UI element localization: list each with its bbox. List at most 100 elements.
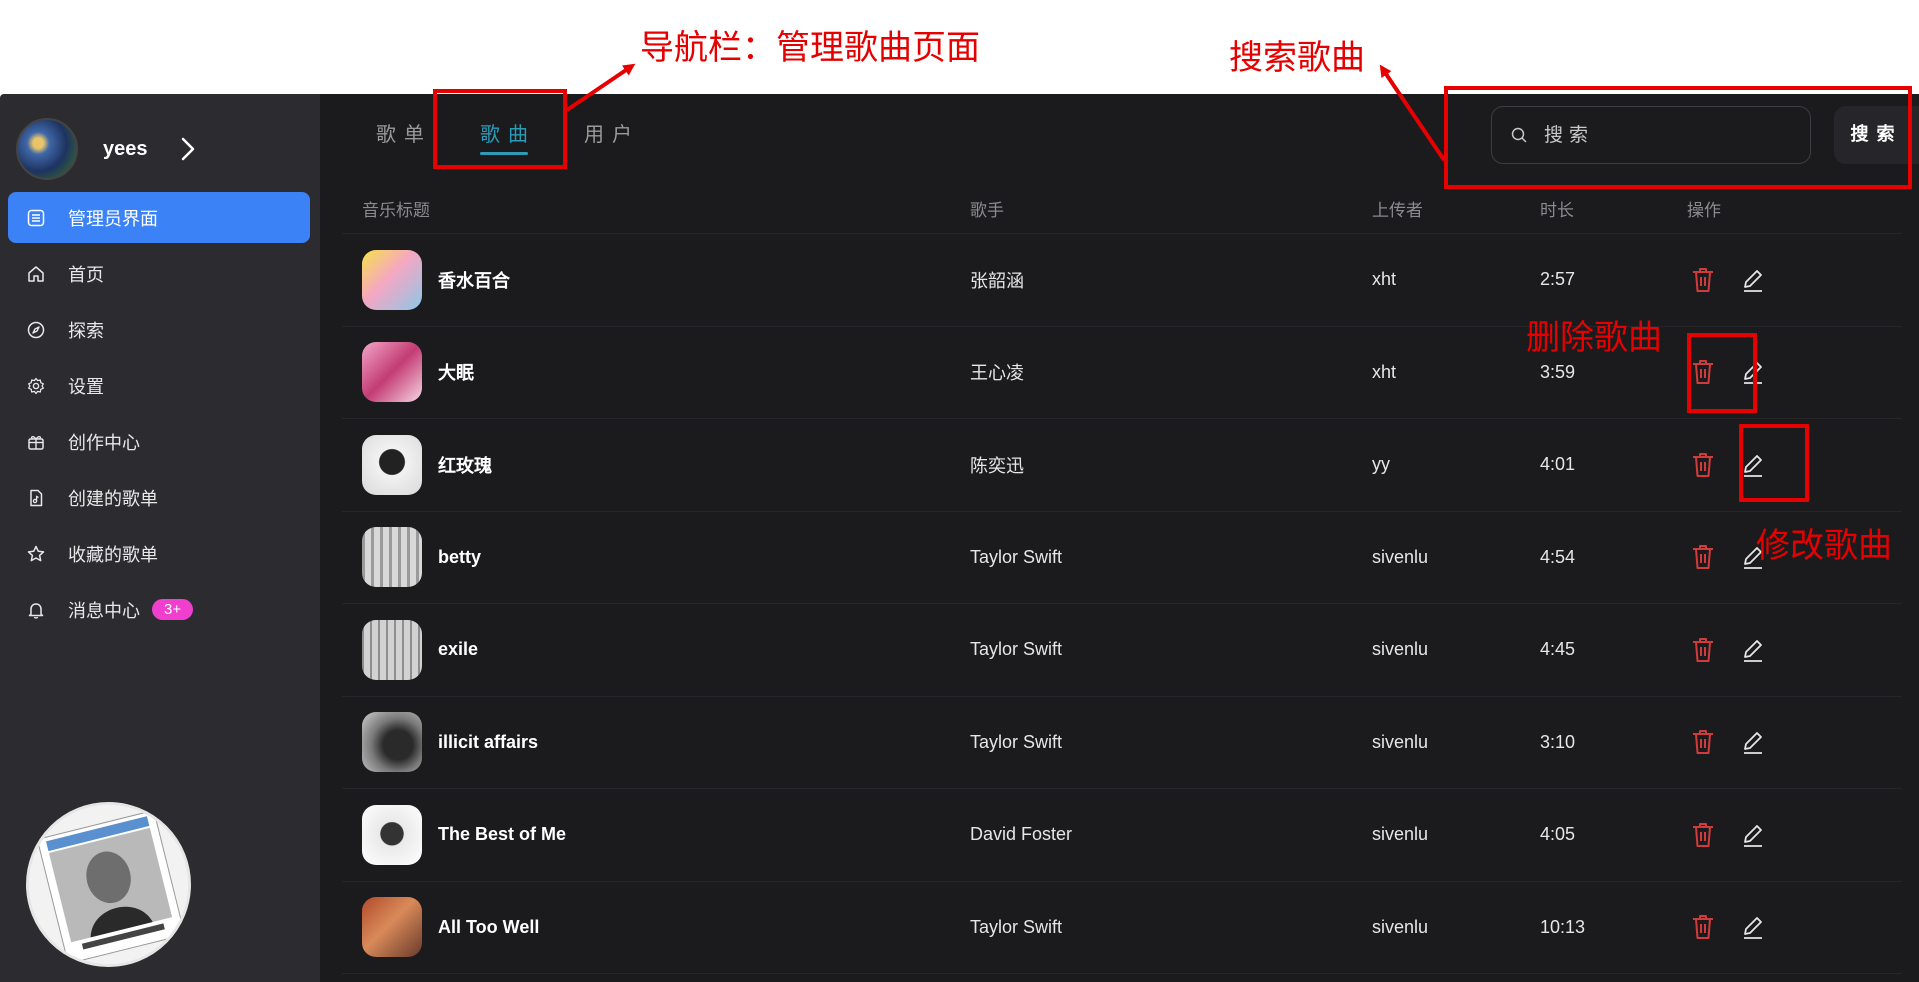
song-artist: Taylor Swift xyxy=(970,916,1063,937)
user-profile[interactable]: yees xyxy=(16,118,198,180)
sidebar-item-label: 创建的歌单 xyxy=(68,488,158,510)
delete-song-button[interactable] xyxy=(1689,635,1717,665)
song-artist: 张韶涵 xyxy=(970,270,1024,291)
song-duration: 3:59 xyxy=(1540,361,1576,382)
edit-song-button[interactable] xyxy=(1739,912,1767,942)
now-playing-album-disc[interactable] xyxy=(26,802,191,967)
sidebar-item-label: 管理员界面 xyxy=(68,208,158,230)
avatar[interactable] xyxy=(16,118,78,180)
song-title[interactable]: illicit affairs xyxy=(438,732,538,753)
trash-icon xyxy=(1693,915,1713,940)
song-duration: 3:10 xyxy=(1540,731,1576,752)
song-title[interactable]: The Best of Me xyxy=(438,824,566,845)
pencil-icon xyxy=(1744,824,1762,847)
song-cover xyxy=(362,342,422,403)
table-row[interactable]: The Best of Me David Foster sivenlu 4:05 xyxy=(342,789,1902,882)
sidebar-item-messages[interactable]: 消息中心 3+ xyxy=(8,584,310,635)
edit-song-button[interactable] xyxy=(1739,820,1767,850)
song-title[interactable]: 大眠 xyxy=(438,359,474,385)
table-row[interactable]: exile Taylor Swift sivenlu 4:45 xyxy=(342,604,1902,697)
table-row[interactable]: All Too Well Taylor Swift sivenlu 10:13 xyxy=(342,882,1902,974)
compass-icon xyxy=(26,320,46,340)
song-title[interactable]: All Too Well xyxy=(438,917,539,938)
music-file-icon xyxy=(26,488,46,508)
table-row[interactable]: illicit affairs Taylor Swift sivenlu 3:1… xyxy=(342,697,1902,789)
trash-icon xyxy=(1693,267,1713,292)
song-uploader: sivenlu xyxy=(1372,731,1429,752)
table-row[interactable]: 香水百合 张韶涵 xht 2:57 xyxy=(342,234,1902,327)
song-uploader: xht xyxy=(1372,269,1397,290)
header-artist: 歌手 xyxy=(970,201,1004,221)
sidebar-item-favorite-playlists[interactable]: 收藏的歌单 xyxy=(8,528,310,579)
username: yees xyxy=(103,137,148,160)
header-duration: 时长 xyxy=(1540,201,1574,221)
table-row[interactable]: 大眠 王心凌 xht 3:59 xyxy=(342,327,1902,419)
sidebar-item-label: 收藏的歌单 xyxy=(68,544,158,566)
sidebar-item-label: 首页 xyxy=(68,264,104,286)
song-cover xyxy=(362,619,422,680)
pencil-icon xyxy=(1744,269,1762,292)
song-title[interactable]: exile xyxy=(438,639,478,660)
song-cover xyxy=(362,897,422,958)
delete-song-button[interactable] xyxy=(1689,265,1717,295)
star-icon xyxy=(26,544,46,564)
delete-song-button[interactable] xyxy=(1689,450,1717,480)
song-cover xyxy=(362,527,422,588)
chevron-right-icon[interactable] xyxy=(178,136,198,162)
album-art-image xyxy=(29,805,188,964)
sidebar-item-settings[interactable]: 设置 xyxy=(8,360,310,411)
header-uploader: 上传者 xyxy=(1372,201,1423,221)
delete-song-button[interactable] xyxy=(1689,820,1717,850)
sidebar-item-label: 消息中心 xyxy=(68,600,140,622)
sidebar-item-label: 探索 xyxy=(68,320,104,342)
song-artist: Taylor Swift xyxy=(970,546,1063,567)
song-title[interactable]: 香水百合 xyxy=(438,267,510,293)
song-duration: 4:05 xyxy=(1540,824,1576,845)
song-artist: David Foster xyxy=(970,824,1073,845)
sidebar-item-home[interactable]: 首页 xyxy=(8,248,310,299)
annotation-box-edit xyxy=(1739,424,1809,502)
sidebar-item-created-playlists[interactable]: 创建的歌单 xyxy=(8,472,310,523)
song-cover xyxy=(362,804,422,865)
pencil-icon xyxy=(1744,917,1762,940)
sidebar-item-label: 设置 xyxy=(68,376,104,398)
song-duration: 4:01 xyxy=(1540,454,1576,475)
song-uploader: sivenlu xyxy=(1372,546,1429,567)
delete-song-button[interactable] xyxy=(1689,542,1717,572)
song-cover xyxy=(362,434,422,495)
song-duration: 2:57 xyxy=(1540,269,1576,290)
song-table: 音乐标题 歌手 上传者 时长 操作 香水百合 张韶涵 xht 2:57 大眠 王… xyxy=(342,184,1902,974)
bell-icon xyxy=(26,600,46,620)
sidebar-item-creator-center[interactable]: 创作中心 xyxy=(8,416,310,467)
sidebar-item-explore[interactable]: 探索 xyxy=(8,304,310,355)
song-title[interactable]: 红玫瑰 xyxy=(438,452,492,478)
edit-song-button[interactable] xyxy=(1739,727,1767,757)
pencil-icon xyxy=(1744,732,1762,755)
table-header: 音乐标题 歌手 上传者 时长 操作 xyxy=(342,184,1902,234)
list-icon xyxy=(26,208,46,228)
sidebar-item-admin[interactable]: 管理员界面 xyxy=(8,192,310,243)
gear-icon xyxy=(26,376,46,396)
delete-song-button[interactable] xyxy=(1689,727,1717,757)
song-artist: 王心凌 xyxy=(970,363,1024,384)
main-panel: 歌单 歌曲 用户 搜索 音乐标题 歌手 上传者 时长 操作 香水百合 张韶涵 x… xyxy=(320,94,1919,982)
sidebar-item-label: 创作中心 xyxy=(68,432,140,454)
song-cover xyxy=(362,249,422,310)
table-row[interactable]: betty Taylor Swift sivenlu 4:54 xyxy=(342,512,1902,604)
annotation-box-tab xyxy=(433,89,567,169)
delete-song-button[interactable] xyxy=(1689,912,1717,942)
song-artist: Taylor Swift xyxy=(970,639,1063,660)
header-title: 音乐标题 xyxy=(362,201,430,221)
gift-icon xyxy=(26,432,46,452)
trash-icon xyxy=(1693,730,1713,755)
edit-song-button[interactable] xyxy=(1739,635,1767,665)
table-row[interactable]: 红玫瑰 陈奕迅 yy 4:01 xyxy=(342,419,1902,512)
song-title[interactable]: betty xyxy=(438,547,481,568)
tab-playlists[interactable]: 歌单 xyxy=(376,118,432,155)
song-cover xyxy=(362,712,422,773)
song-uploader: yy xyxy=(1372,454,1390,475)
tab-users[interactable]: 用户 xyxy=(584,118,640,155)
sidebar-nav: 管理员界面 首页 探索 设置 创作中心 创建的歌单 收藏的歌单 消息中心 3+ xyxy=(8,192,310,640)
song-duration: 4:54 xyxy=(1540,546,1576,567)
edit-song-button[interactable] xyxy=(1739,265,1767,295)
